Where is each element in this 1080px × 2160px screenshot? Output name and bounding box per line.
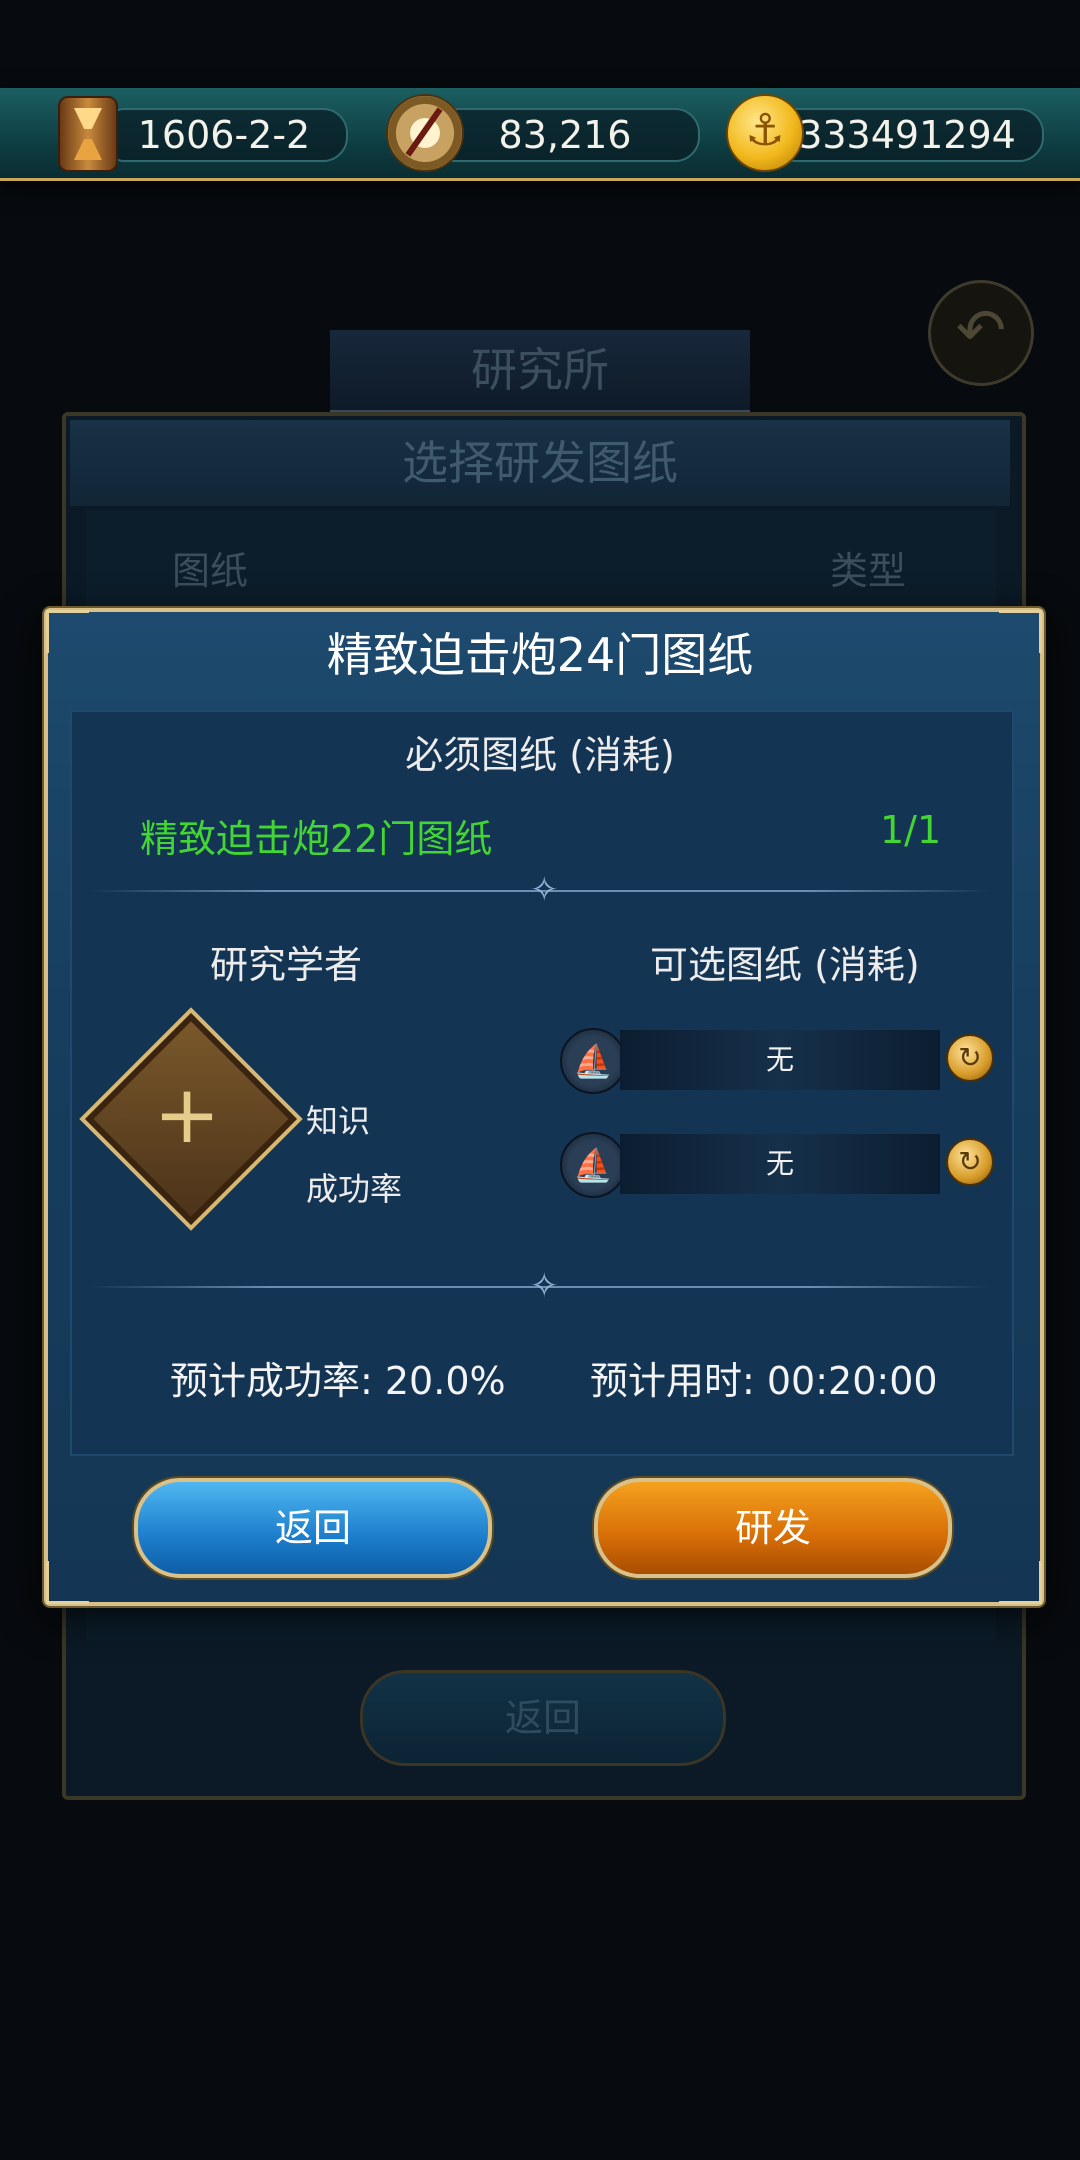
optional-slot[interactable]: ⛵ 无 ↻: [560, 1028, 994, 1094]
optional-slot-value[interactable]: 无: [620, 1030, 940, 1090]
estimated-time: 预计用时: 00:20:00: [590, 1359, 938, 1403]
exploration-value: 83,216: [498, 113, 632, 157]
required-blueprint-name: 精致迫击炮22门图纸: [140, 817, 493, 861]
gold-coin-icon: ⚓: [726, 94, 804, 172]
exploration-display: 83,216: [430, 108, 700, 162]
optional-slot-value[interactable]: 无: [620, 1134, 940, 1194]
divider-ornament: ✧: [530, 1266, 559, 1306]
divider-ornament: ✧: [530, 870, 559, 910]
resource-bar: 1606-2-2 83,216 333491294 ⚓: [0, 88, 1080, 181]
knowledge-label: 知识: [306, 1102, 371, 1140]
date-value: 1606-2-2: [137, 113, 311, 157]
gold-value: 333491294: [798, 113, 1016, 157]
estimated-success-rate: 预计成功率: 20.0%: [170, 1359, 506, 1403]
refresh-icon[interactable]: ↻: [946, 1138, 994, 1186]
ship-icon: ⛵: [560, 1028, 626, 1094]
research-button[interactable]: 研发: [594, 1478, 952, 1578]
optional-slot[interactable]: ⛵ 无 ↻: [560, 1132, 994, 1198]
hourglass-icon: [58, 96, 118, 172]
required-blueprint-heading: 必须图纸 (消耗): [405, 733, 675, 777]
gold-display: 333491294: [770, 108, 1044, 162]
refresh-icon[interactable]: ↻: [946, 1034, 994, 1082]
column-header-type: 类型: [830, 549, 907, 593]
plus-icon[interactable]: +: [152, 1075, 222, 1155]
success-rate-label: 成功率: [306, 1170, 403, 1208]
location-title: 研究所: [330, 330, 750, 413]
date-display: 1606-2-2: [100, 108, 348, 162]
required-blueprint-count: 1/1: [880, 808, 942, 852]
frame-corner: [46, 1561, 89, 1604]
scholar-heading: 研究学者: [210, 943, 363, 987]
ship-icon: ⛵: [560, 1132, 626, 1198]
frame-corner: [999, 1561, 1042, 1604]
optional-blueprint-heading: 可选图纸 (消耗): [650, 943, 920, 987]
back-arrow-icon[interactable]: ↶: [928, 280, 1034, 386]
dialog-title: 精致迫击炮24门图纸: [326, 628, 754, 682]
column-header-blueprint: 图纸: [172, 549, 249, 593]
return-button[interactable]: 返回: [134, 1478, 492, 1578]
background-return-button[interactable]: 返回: [360, 1670, 726, 1766]
compass-icon: [386, 94, 464, 172]
blueprint-select-title: 选择研发图纸: [70, 420, 1010, 506]
